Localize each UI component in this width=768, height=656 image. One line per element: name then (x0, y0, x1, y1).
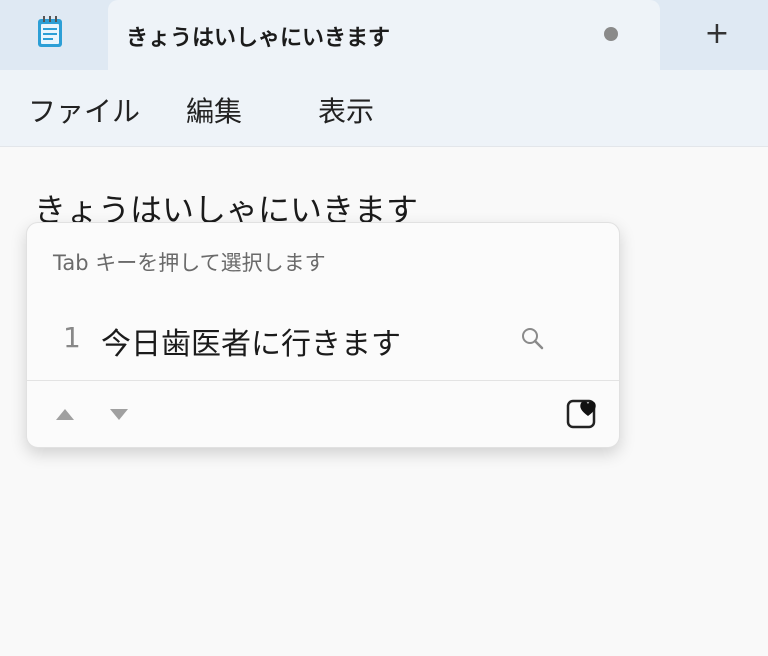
menu-file[interactable]: ファイル (28, 90, 140, 130)
caret-down-icon[interactable] (107, 405, 131, 423)
search-icon[interactable] (519, 325, 547, 353)
divider (27, 380, 619, 381)
candidate-item[interactable]: 1 今日歯医者に行きます (27, 309, 619, 365)
ime-hint-text: Tab キーを押して選択します (53, 251, 326, 275)
caret-up-icon[interactable] (53, 405, 77, 423)
menu-bar: ファイル 編集 表示 (0, 70, 768, 147)
tab-title: きょうはいしゃにいきます (126, 26, 391, 51)
candidate-text: 今日歯医者に行きます (101, 327, 401, 362)
menu-edit[interactable]: 編集 (186, 90, 242, 130)
ime-candidate-window: Tab キーを押して選択します 1 今日歯医者に行きます (26, 222, 620, 448)
notepad-icon (36, 15, 64, 49)
menu-view[interactable]: 表示 (318, 90, 374, 130)
new-tab-button[interactable]: + (694, 14, 740, 54)
title-bar: きょうはいしゃにいきます + (0, 0, 768, 70)
document-tab[interactable]: きょうはいしゃにいきます (108, 0, 660, 70)
emoji-heart-icon[interactable] (565, 395, 601, 431)
unsaved-indicator-icon[interactable] (604, 27, 618, 41)
candidate-number: 1 (63, 321, 81, 354)
